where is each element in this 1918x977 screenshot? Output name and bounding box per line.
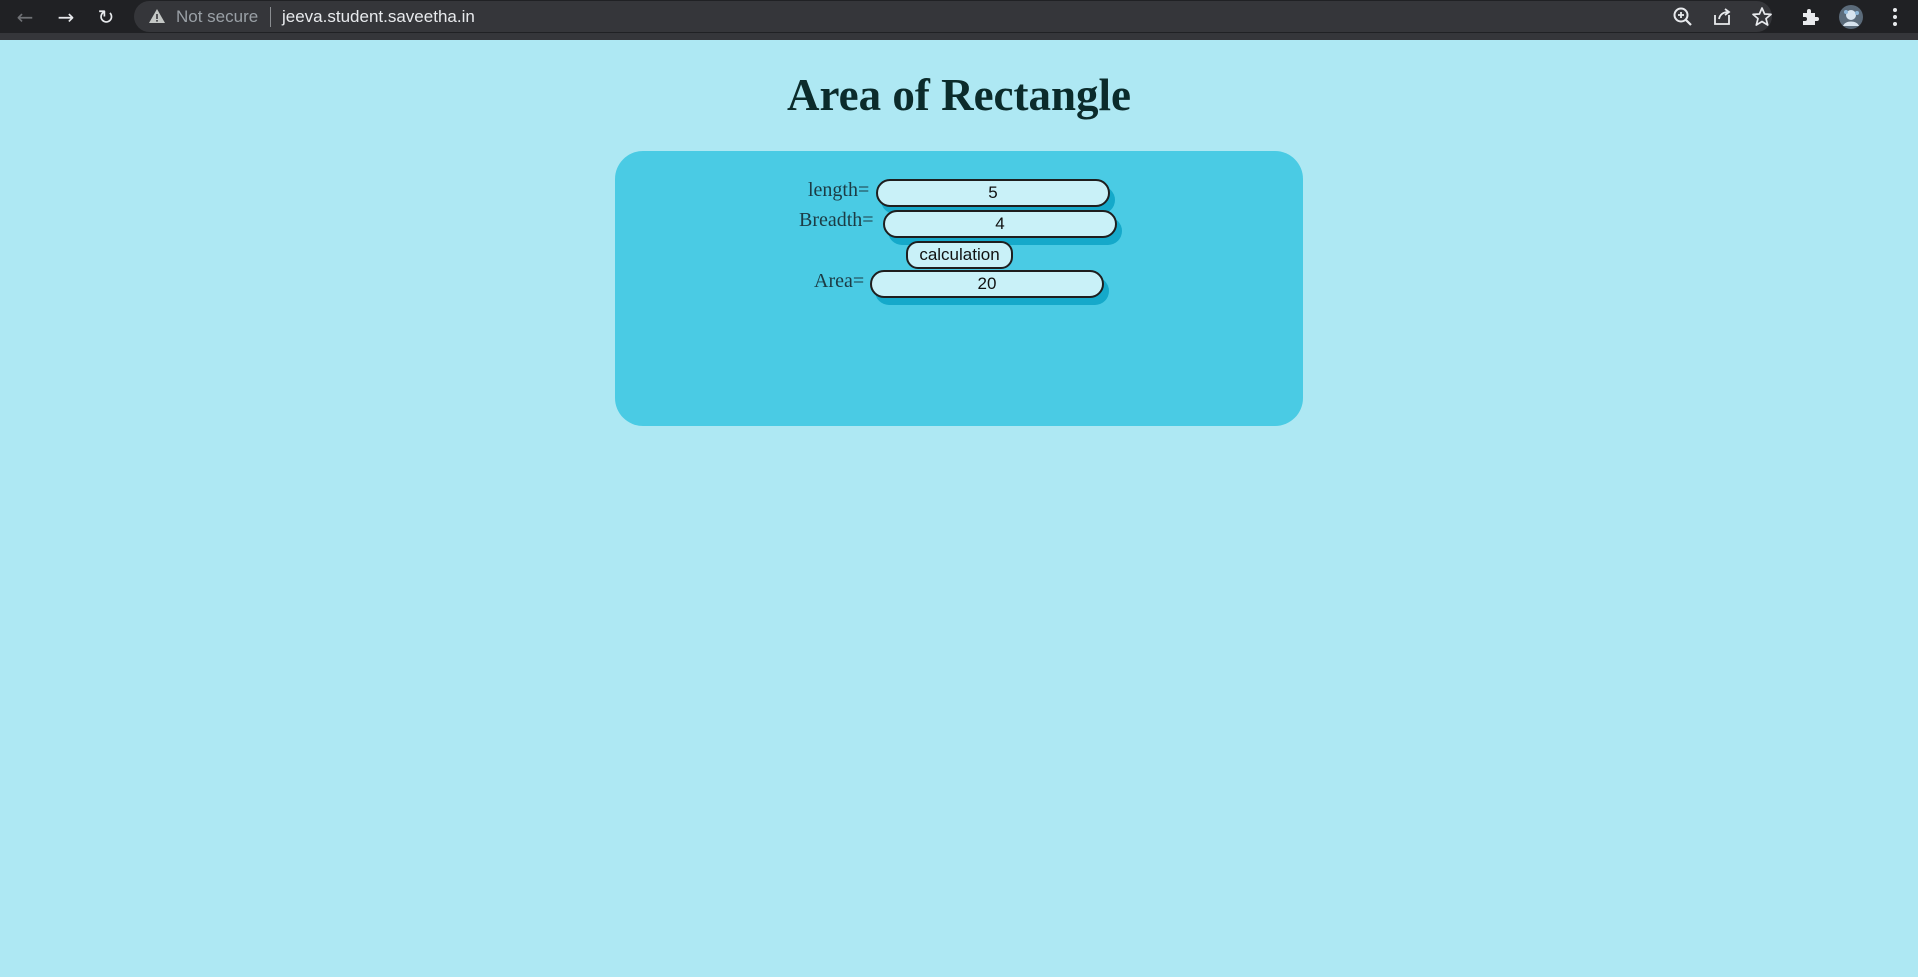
security-status[interactable]: Not secure <box>176 7 258 27</box>
area-output[interactable] <box>870 270 1104 298</box>
back-icon[interactable]: ← <box>11 4 39 30</box>
kebab-menu-icon[interactable] <box>1882 4 1908 30</box>
star-icon[interactable] <box>1749 4 1775 30</box>
warning-icon[interactable] <box>148 7 166 25</box>
share-icon[interactable] <box>1710 4 1736 30</box>
area-label: Area= <box>814 270 865 292</box>
avatar-icon[interactable] <box>1838 4 1864 30</box>
page-body: Area of Rectangle length= Breadth= calcu… <box>0 40 1918 977</box>
zoom-icon[interactable] <box>1670 4 1696 30</box>
calculator-card: length= Breadth= calculation Area= <box>615 151 1303 426</box>
page-title: Area of Rectangle <box>786 70 1132 120</box>
address-separator <box>270 7 271 27</box>
puzzle-icon[interactable] <box>1797 4 1823 30</box>
reload-icon[interactable]: ↻ <box>92 4 120 30</box>
length-label: length= <box>808 179 870 201</box>
address-bar[interactable]: Not secure jeeva.student.saveetha.in <box>134 1 1772 32</box>
breadth-label: Breadth= <box>799 209 874 231</box>
length-input[interactable] <box>876 179 1110 207</box>
url-text[interactable]: jeeva.student.saveetha.in <box>282 7 475 27</box>
browser-toolbar: ← → ↻ Not secure jeeva.student.saveetha.… <box>0 0 1918 40</box>
calculation-button[interactable]: calculation <box>906 241 1013 269</box>
forward-icon[interactable]: → <box>52 4 80 30</box>
breadth-input[interactable] <box>883 210 1117 238</box>
